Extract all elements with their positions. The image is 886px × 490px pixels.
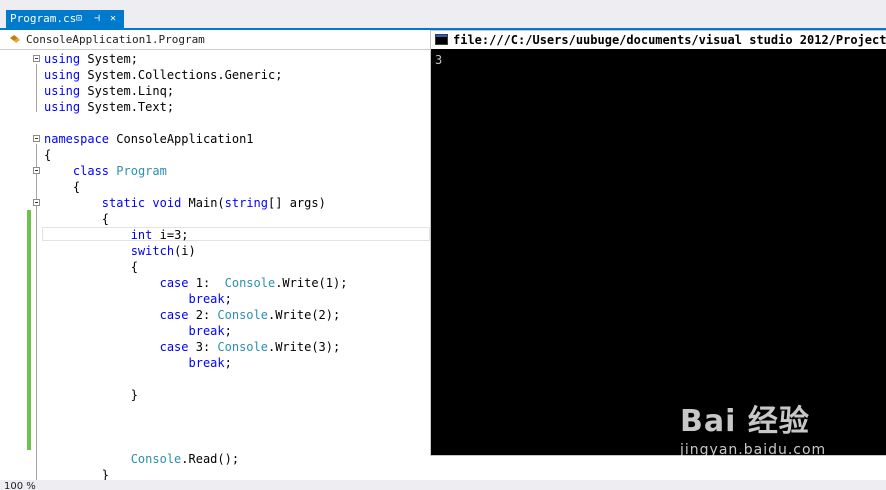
changed-lines-bar xyxy=(27,210,31,450)
collapse-toggle-icon[interactable] xyxy=(33,167,40,174)
console-window[interactable]: file:///C:/Users/uubuge/documents/visual… xyxy=(430,30,886,456)
watermark: Bai 经验 jingyan.baidu.com xyxy=(680,396,826,458)
collapse-toggle-icon[interactable] xyxy=(33,55,40,62)
code-line[interactable]: case 1: Console.Write(1); xyxy=(44,275,348,291)
code-line[interactable]: { xyxy=(44,147,51,163)
tab-label: Program.cs xyxy=(10,12,77,25)
code-line[interactable]: int i=3; xyxy=(44,227,189,243)
code-line[interactable]: case 3: Console.Write(3); xyxy=(44,339,341,355)
code-line[interactable]: using System; xyxy=(44,51,138,67)
console-output: 3 xyxy=(435,53,443,67)
code-line[interactable]: class Program xyxy=(44,163,167,179)
outline-guide xyxy=(36,144,37,480)
code-line[interactable]: { xyxy=(44,211,109,227)
status-bar xyxy=(0,480,886,490)
dock-icon[interactable]: ⊣ xyxy=(94,10,100,28)
code-line[interactable]: } xyxy=(44,467,109,480)
outline-guide xyxy=(36,64,37,112)
close-icon[interactable]: ✕ xyxy=(110,10,116,28)
code-line[interactable]: { xyxy=(44,179,80,195)
code-line[interactable]: break; xyxy=(44,323,232,339)
tab-program-cs[interactable]: Program.cs ⊡ ⊣ ✕ xyxy=(6,10,124,28)
class-icon xyxy=(10,35,20,43)
pin-icon[interactable]: ⊡ xyxy=(76,10,82,28)
code-line[interactable]: { xyxy=(44,259,138,275)
console-app-icon xyxy=(435,34,448,45)
collapse-toggle-icon[interactable] xyxy=(33,135,40,142)
code-line[interactable]: case 2: Console.Write(2); xyxy=(44,307,341,323)
tab-strip: Program.cs ⊡ ⊣ ✕ xyxy=(0,0,886,28)
code-line[interactable]: } xyxy=(44,387,138,403)
code-line[interactable]: switch(i) xyxy=(44,243,196,259)
code-line[interactable]: using System.Collections.Generic; xyxy=(44,67,282,83)
code-line[interactable]: break; xyxy=(44,355,232,371)
code-line[interactable]: break; xyxy=(44,291,232,307)
watermark-url: jingyan.baidu.com xyxy=(680,442,827,458)
console-title-bar[interactable]: file:///C:/Users/uubuge/documents/visual… xyxy=(431,31,886,49)
collapse-toggle-icon[interactable] xyxy=(33,199,40,206)
navigation-scope: ConsoleApplication1.Program xyxy=(26,33,205,46)
console-title: file:///C:/Users/uubuge/documents/visual… xyxy=(453,33,886,47)
code-editor[interactable]: using System; using System.Collections.Ge… xyxy=(0,50,430,480)
selection-margin xyxy=(0,50,7,480)
zoom-level[interactable]: 100 % xyxy=(4,482,64,490)
code-line[interactable]: using System.Linq; xyxy=(44,83,174,99)
code-line[interactable]: namespace ConsoleApplication1 xyxy=(44,131,254,147)
code-line[interactable]: using System.Text; xyxy=(44,99,174,115)
code-line[interactable]: static void Main(string[] args) xyxy=(44,195,326,211)
code-line[interactable]: Console.Read(); xyxy=(44,451,239,467)
navigation-bar[interactable]: ConsoleApplication1.Program xyxy=(0,30,430,50)
watermark-logo-text: Bai 经验 xyxy=(680,404,810,439)
